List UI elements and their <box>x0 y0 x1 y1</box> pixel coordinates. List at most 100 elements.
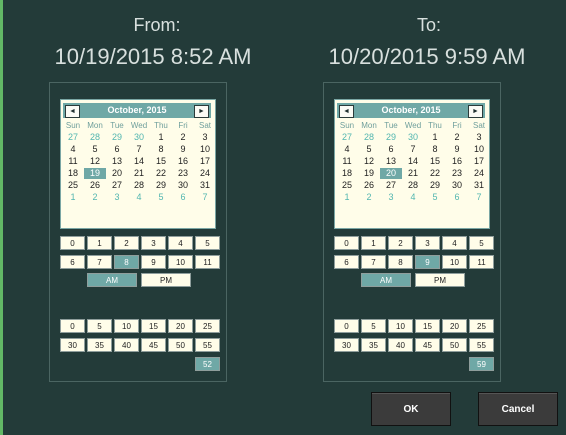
calendar-day[interactable]: 28 <box>84 132 106 143</box>
calendar-day[interactable]: 31 <box>194 180 216 191</box>
calendar-day[interactable]: 5 <box>424 192 446 203</box>
ok-button[interactable]: OK <box>371 392 451 426</box>
next-month-button[interactable]: ► <box>468 105 483 118</box>
calendar-day[interactable]: 12 <box>358 156 380 167</box>
calendar-day[interactable]: 15 <box>424 156 446 167</box>
minute-button[interactable]: 0 <box>60 319 85 333</box>
calendar-day[interactable]: 13 <box>380 156 402 167</box>
calendar-day[interactable]: 10 <box>468 144 490 155</box>
calendar-day[interactable]: 4 <box>336 144 358 155</box>
calendar-day[interactable]: 23 <box>446 168 468 179</box>
hour-button[interactable]: 6 <box>334 255 359 269</box>
hour-button[interactable]: 11 <box>195 255 220 269</box>
calendar-day[interactable]: 24 <box>468 168 490 179</box>
calendar-day[interactable]: 4 <box>62 144 84 155</box>
calendar-day[interactable]: 23 <box>172 168 194 179</box>
calendar-day[interactable]: 9 <box>446 144 468 155</box>
calendar-day[interactable]: 27 <box>380 180 402 191</box>
calendar-day[interactable]: 7 <box>194 192 216 203</box>
calendar-day[interactable]: 28 <box>402 180 424 191</box>
minute-button[interactable]: 50 <box>442 338 467 352</box>
calendar-day[interactable]: 1 <box>424 132 446 143</box>
prev-month-button[interactable]: ◄ <box>339 105 354 118</box>
minute-button[interactable]: 0 <box>334 319 359 333</box>
calendar-day[interactable]: 29 <box>106 132 128 143</box>
hour-button[interactable]: 3 <box>415 236 440 250</box>
calendar-day[interactable]: 21 <box>402 168 424 179</box>
calendar-day[interactable]: 2 <box>172 132 194 143</box>
minute-button[interactable]: 20 <box>168 319 193 333</box>
calendar-day[interactable]: 22 <box>424 168 446 179</box>
minute-button[interactable]: 50 <box>168 338 193 352</box>
calendar-day[interactable]: 1 <box>336 192 358 203</box>
calendar-day[interactable]: 19 <box>84 168 106 179</box>
calendar-day[interactable]: 1 <box>62 192 84 203</box>
minute-button[interactable]: 25 <box>195 319 220 333</box>
hour-button[interactable]: 5 <box>195 236 220 250</box>
calendar-day[interactable]: 7 <box>468 192 490 203</box>
minute-button[interactable]: 35 <box>361 338 386 352</box>
calendar-day[interactable]: 5 <box>358 144 380 155</box>
calendar-day[interactable]: 7 <box>402 144 424 155</box>
hour-button[interactable]: 2 <box>114 236 139 250</box>
minute-button[interactable]: 30 <box>334 338 359 352</box>
minute-button[interactable]: 55 <box>469 338 494 352</box>
hour-button[interactable]: 5 <box>469 236 494 250</box>
hour-button[interactable]: 2 <box>388 236 413 250</box>
am-button[interactable]: AM <box>87 273 137 287</box>
calendar-day[interactable]: 29 <box>380 132 402 143</box>
hour-button[interactable]: 7 <box>87 255 112 269</box>
minute-button[interactable]: 35 <box>87 338 112 352</box>
selected-minute-button[interactable]: 59 <box>469 357 494 371</box>
calendar-day[interactable]: 3 <box>106 192 128 203</box>
hour-button[interactable]: 4 <box>442 236 467 250</box>
calendar-day[interactable]: 28 <box>358 132 380 143</box>
next-month-button[interactable]: ► <box>194 105 209 118</box>
calendar-day[interactable]: 3 <box>468 132 490 143</box>
calendar-day[interactable]: 27 <box>106 180 128 191</box>
calendar-day[interactable]: 25 <box>336 180 358 191</box>
calendar-day[interactable]: 25 <box>62 180 84 191</box>
calendar-day[interactable]: 13 <box>106 156 128 167</box>
calendar-day[interactable]: 3 <box>380 192 402 203</box>
hour-button[interactable]: 4 <box>168 236 193 250</box>
minute-button[interactable]: 10 <box>388 319 413 333</box>
minute-button[interactable]: 15 <box>415 319 440 333</box>
calendar-day[interactable]: 6 <box>106 144 128 155</box>
calendar-day[interactable]: 2 <box>84 192 106 203</box>
calendar-day[interactable]: 19 <box>358 168 380 179</box>
calendar-day[interactable]: 7 <box>128 144 150 155</box>
hour-button[interactable]: 1 <box>87 236 112 250</box>
minute-button[interactable]: 40 <box>114 338 139 352</box>
hour-button[interactable]: 10 <box>168 255 193 269</box>
minute-button[interactable]: 20 <box>442 319 467 333</box>
hour-button[interactable]: 1 <box>361 236 386 250</box>
calendar-day[interactable]: 14 <box>128 156 150 167</box>
hour-button[interactable]: 3 <box>141 236 166 250</box>
calendar-day[interactable]: 5 <box>150 192 172 203</box>
hour-button[interactable]: 10 <box>442 255 467 269</box>
calendar-day[interactable]: 27 <box>336 132 358 143</box>
minute-button[interactable]: 55 <box>195 338 220 352</box>
calendar-day[interactable]: 3 <box>194 132 216 143</box>
calendar-day[interactable]: 15 <box>150 156 172 167</box>
calendar-day[interactable]: 21 <box>128 168 150 179</box>
hour-button[interactable]: 0 <box>60 236 85 250</box>
calendar-day[interactable]: 2 <box>446 132 468 143</box>
minute-button[interactable]: 5 <box>87 319 112 333</box>
calendar-day[interactable]: 30 <box>446 180 468 191</box>
calendar-day[interactable]: 4 <box>128 192 150 203</box>
calendar-day[interactable]: 16 <box>172 156 194 167</box>
calendar-day[interactable]: 29 <box>150 180 172 191</box>
minute-button[interactable]: 5 <box>361 319 386 333</box>
calendar-day[interactable]: 4 <box>402 192 424 203</box>
calendar-day[interactable]: 8 <box>424 144 446 155</box>
calendar-day[interactable]: 22 <box>150 168 172 179</box>
calendar-day[interactable]: 31 <box>468 180 490 191</box>
calendar-day[interactable]: 10 <box>194 144 216 155</box>
minute-button[interactable]: 45 <box>141 338 166 352</box>
hour-button[interactable]: 9 <box>415 255 440 269</box>
calendar-day[interactable]: 20 <box>380 168 402 179</box>
calendar-day[interactable]: 8 <box>150 144 172 155</box>
calendar-day[interactable]: 18 <box>336 168 358 179</box>
